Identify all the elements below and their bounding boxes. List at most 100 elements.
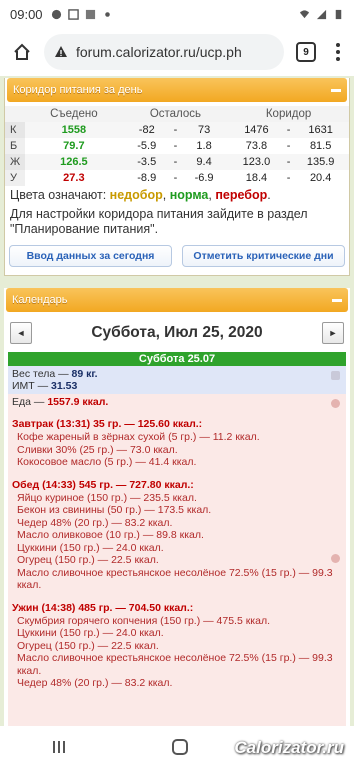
info-icon [55, 46, 67, 57]
corridor-table: Съедено Осталось Коридор К 1558 -82 - 73… [5, 106, 349, 186]
settings-note: Для настройки коридора питания зайдите в… [10, 207, 308, 236]
collapse-icon[interactable] [331, 88, 341, 92]
messenger-icon [51, 9, 61, 19]
corridor-buttons: Ввод данных за сегодня Отметить критичес… [5, 239, 349, 275]
collapse-icon[interactable] [332, 298, 342, 302]
menu-button[interactable] [328, 43, 348, 61]
day-header[interactable]: Суббота 25.07 [8, 352, 346, 366]
table-header: Съедено [25, 106, 123, 122]
url-text: forum.calorizator.ru/ucp.ph [76, 44, 242, 60]
battery-icon [335, 9, 342, 19]
remain-max: 9.4 [180, 154, 229, 170]
remain-sep: - [170, 122, 181, 138]
arrow-right-icon: ► [328, 328, 338, 338]
eaten-value: 1558 [25, 122, 123, 138]
corridor-min: 123.0 [228, 154, 285, 170]
corridor-min: 18.4 [245, 172, 268, 184]
food-label: Еда — [12, 396, 48, 408]
list-item: Яйцо куриное (150 гр.) — 235.5 ккал. [17, 491, 197, 504]
legend-perebor: перебор [215, 188, 268, 202]
remain-min: -3.5 [122, 154, 171, 170]
status-time: 09:00 [10, 6, 43, 22]
legend-nedobor: недобор [109, 188, 163, 202]
wifi-icon [299, 9, 310, 18]
signal-icon [316, 9, 327, 19]
food-total: 1557.9 ккал. [47, 396, 109, 408]
remain-sep: - [170, 154, 181, 170]
meal-title: Обед (14:33) 545 гр. — 727.80 ккал.: [12, 478, 194, 491]
table-header: Коридор [228, 106, 349, 122]
list-item: Огурец (150 гр.) — 22.5 ккал. [17, 554, 159, 566]
browser-toolbar: forum.calorizator.ru/ucp.ph 9 [0, 28, 354, 76]
corridor-max: 20.4 [309, 172, 332, 184]
address-bar[interactable]: forum.calorizator.ru/ucp.ph [44, 34, 284, 70]
home-button[interactable] [6, 36, 38, 68]
watermark: Calorizator.ru [234, 738, 344, 757]
bmi-label: ИМТ — [12, 380, 52, 392]
meal-title: Завтрак (13:31) 35 гр. — 125.60 ккал.: [12, 418, 203, 430]
list-item: Сливки 30% (25 гр.) — 73.0 ккал. [17, 443, 178, 456]
list-item: Чедер 48% (20 гр.) — 83.2 ккал. [17, 677, 173, 689]
table-row: Ж 126.5 -3.5 - 9.4 123.0 - 135.9 [5, 154, 349, 170]
corridor-max: 1631 [292, 122, 349, 138]
legend-norma: норма [169, 188, 209, 202]
remain-min: -82 [122, 122, 171, 138]
menu-dot-icon [336, 57, 340, 61]
calendar-title: Календарь [12, 294, 68, 306]
list-item: Кокосовое масло (5 гр.) — 41.4 ккал. [17, 456, 197, 468]
status-bar: 09:00 [0, 0, 354, 28]
corridor-max: 135.9 [292, 154, 349, 170]
remain-min: -8.9 [137, 172, 157, 184]
home-nav-button[interactable] [172, 739, 189, 755]
meal-breakfast: Завтрак (13:31) 35 гр. — 125.60 ккал.: К… [12, 418, 342, 469]
eaten-value: 126.5 [25, 154, 123, 170]
notification-icon [67, 8, 79, 20]
dot-icon [104, 11, 110, 17]
weight-label: Вес тела — [12, 368, 72, 380]
weight-box[interactable]: Вес тела — 89 кг. ИМТ — 31.53 [8, 366, 346, 394]
table-row: К 1558 -82 - 73 1476 - 1631 [5, 122, 349, 138]
corridor-min: 73.8 [245, 140, 268, 152]
corridor-sep: - [284, 154, 293, 170]
corridor-max: 81.5 [309, 140, 332, 152]
remain-sep: - [173, 140, 178, 152]
weight-line: Вес тела — 89 кг. [12, 368, 342, 380]
mark-critical-days-button[interactable]: Отметить критические дни [182, 245, 345, 267]
food-edit-icon[interactable] [331, 399, 340, 408]
remain-max: 1.8 [196, 140, 212, 152]
list-item: Масло сливочное крестьянское несолёное 7… [17, 566, 333, 592]
next-day-button[interactable]: ► [321, 322, 344, 344]
prev-day-button[interactable]: ◄ [10, 322, 32, 344]
corridor-panel: Коридор питания за день Съедено Осталось… [4, 78, 350, 276]
list-item: Чедер 48% (20 гр.) — 83.2 ккал. [17, 516, 173, 529]
edit-icon[interactable] [331, 371, 340, 380]
enter-today-button[interactable]: Ввод данных за сегодня [9, 245, 172, 267]
eaten-value: 27.3 [63, 172, 85, 184]
meal-dinner: Ужин (14:38) 485 гр. — 704.50 ккал.: Ску… [12, 602, 342, 690]
food-box[interactable]: Еда — 1557.9 ккал. Завтрак (13:31) 35 гр… [8, 394, 346, 726]
bmi-line: ИМТ — 31.53 [12, 380, 342, 392]
list-item: Бекон из свинины (50 гр.) — 173.5 ккал. [17, 504, 212, 516]
list-item: Масло сливочное крестьянское несолёное 7… [17, 652, 333, 677]
table-row: У 27.3 -8.9 - -6.9 18.4 - 20.4 [5, 170, 349, 186]
food-edit-icon[interactable] [331, 554, 340, 563]
list-item: Масло оливковое (10 гр.) — 89.8 ккал. [17, 529, 204, 541]
corridor-header[interactable]: Коридор питания за день [7, 78, 347, 102]
calendar-header[interactable]: Календарь [6, 288, 348, 312]
recent-apps-button[interactable] [53, 741, 66, 753]
table-header: Осталось [122, 106, 229, 122]
row-label: Ж [5, 154, 25, 170]
corridor-title: Коридор питания за день [13, 84, 143, 96]
list-item: Огурец (150 гр.) — 22.5 ккал. [17, 639, 159, 652]
weight-value: 89 кг. [71, 368, 98, 380]
gallery-icon [85, 9, 95, 19]
list-item: Кофе жареный в зёрнах сухой (5 гр.) — 11… [17, 431, 260, 443]
tabs-button[interactable]: 9 [296, 42, 316, 62]
corridor-sep: - [286, 172, 291, 184]
bmi-value: 31.53 [51, 380, 78, 392]
row-label: Б [5, 138, 25, 154]
calendar-panel: Календарь ◄ Суббота, Июл 25, 2020 ► Субб… [4, 288, 350, 726]
remain-max: 73 [180, 122, 229, 138]
food-total-line: Еда — 1557.9 ккал. [12, 396, 342, 408]
corridor-sep: - [286, 140, 291, 152]
